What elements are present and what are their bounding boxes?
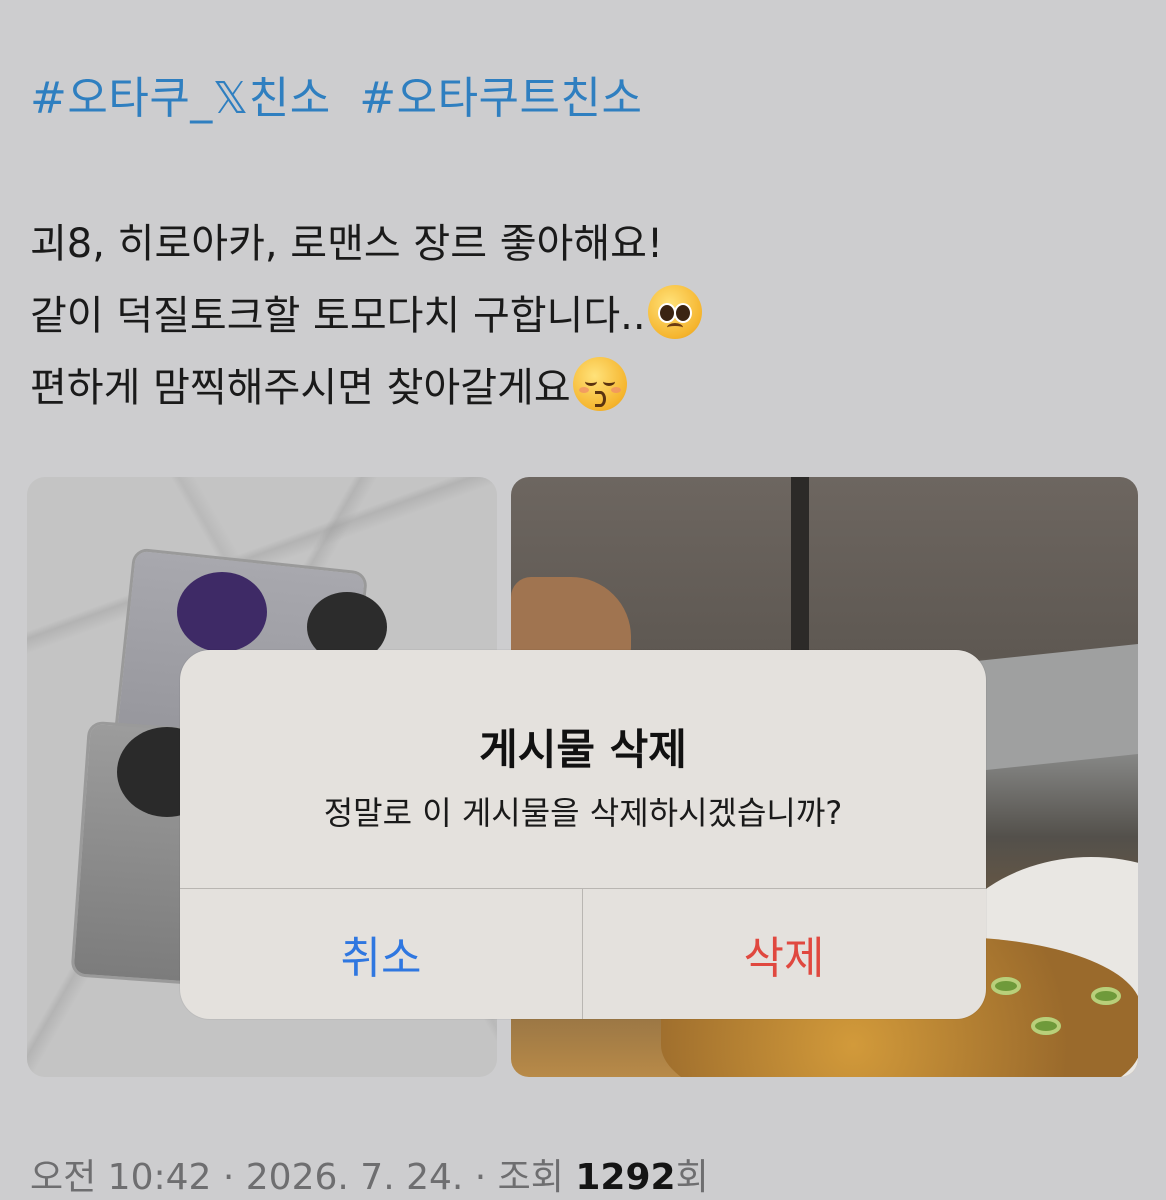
delete-button[interactable]: 삭제 <box>583 889 985 1019</box>
scallion <box>1031 1017 1061 1035</box>
dialog-title: 게시물 삭제 <box>479 725 687 774</box>
kissing-face-emoji <box>572 357 627 411</box>
hashtag-link-1[interactable]: #오타쿠_𝕏친소 <box>30 73 331 124</box>
scallion <box>1091 987 1121 1005</box>
hashtags: #오타쿠_𝕏친소 #오타쿠트친소 <box>30 62 642 126</box>
scallion <box>991 977 1021 995</box>
post-date[interactable]: 2026. 7. 24. <box>246 1157 464 1198</box>
separator: · <box>463 1157 498 1198</box>
dialog-message: 정말로 이 게시물을 삭제하시겠습니까? <box>323 794 843 832</box>
post-line-1: 괴8, 히로아카, 로맨스 장르 좋아해요! <box>30 221 663 267</box>
pleading-face-emoji <box>647 285 702 339</box>
post-line-2: 같이 덕질토크할 토모다치 구합니다.. <box>30 280 702 352</box>
post-meta: 오전 10:42 · 2026. 7. 24. · 조회 1292회 <box>30 1148 709 1200</box>
delete-post-dialog: 게시물 삭제 정말로 이 게시물을 삭제하시겠습니까? 취소 삭제 <box>180 650 986 1019</box>
post-time: 오전 10:42 <box>30 1157 212 1198</box>
hashtag-link-2[interactable]: #오타쿠트친소 <box>359 73 642 124</box>
post-line-3: 편하게 맘찍해주시면 찾아갈게요 <box>30 352 702 424</box>
views-label: 조회 <box>497 1157 564 1198</box>
separator: · <box>211 1157 246 1198</box>
cancel-button[interactable]: 취소 <box>180 889 582 1019</box>
post-body: 괴8, 히로아카, 로맨스 장르 좋아해요! 같이 덕질토크할 토모다치 구합니… <box>30 208 702 424</box>
views-count: 1292 <box>575 1157 676 1198</box>
character-hair <box>177 572 267 652</box>
views-suffix: 회 <box>675 1157 709 1198</box>
